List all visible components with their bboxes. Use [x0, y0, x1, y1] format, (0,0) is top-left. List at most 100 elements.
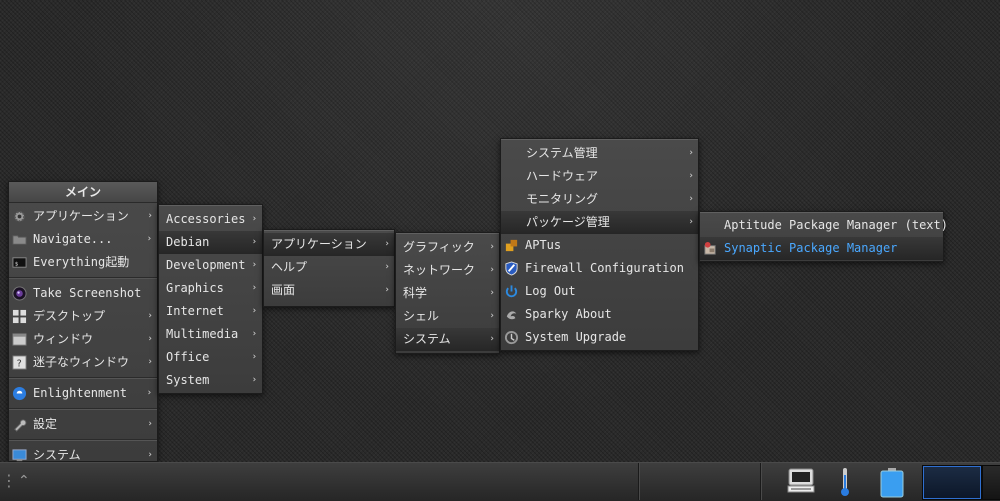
taskbar-divider — [638, 463, 640, 500]
submenu-item-system[interactable]: System › — [159, 369, 262, 392]
menu-item-sparky-about[interactable]: Sparky About — [501, 303, 698, 326]
menu-item-label: グラフィック — [403, 240, 475, 254]
menu-item-label: Enlightenment — [33, 386, 127, 400]
menu-item-take-screenshot[interactable]: Take Screenshot — [9, 282, 157, 305]
chevron-right-icon: › — [385, 285, 389, 295]
menu-separator — [9, 408, 157, 410]
submenu-item-system-jp[interactable]: システム › — [396, 328, 499, 351]
chevron-right-icon: › — [490, 288, 494, 298]
submenu-item-accessories[interactable]: Accessories › — [159, 208, 262, 231]
submenu-item-debian[interactable]: Debian › — [159, 231, 262, 254]
menu-item-aptus[interactable]: APTus — [501, 234, 698, 257]
debian-apps-submenu: グラフィック › ネットワーク › 科学 › シェル › システム › — [395, 232, 500, 354]
menu-item-label: System — [166, 373, 210, 387]
chevron-right-icon: › — [689, 171, 693, 181]
menu-separator — [9, 377, 157, 379]
synaptic-icon — [704, 241, 716, 255]
pager-desktop[interactable] — [982, 465, 1000, 500]
chevron-right-icon: › — [689, 148, 693, 158]
chevron-up-icon[interactable]: ⌃ — [18, 473, 30, 489]
applications-submenu: Accessories › Debian › Development › Graphi… — [158, 204, 263, 394]
menu-item-label: ヘルプ — [271, 260, 308, 274]
submenu-item-system-admin[interactable]: システム管理 › — [501, 142, 698, 165]
submenu-item-hardware[interactable]: ハードウェア › — [501, 165, 698, 188]
menu-item-label: Accessories — [166, 212, 246, 226]
chevron-right-icon: › — [148, 334, 152, 344]
chevron-right-icon: › — [251, 237, 257, 247]
submenu-item-office[interactable]: Office › — [159, 346, 262, 369]
menu-item-label: APTus — [525, 238, 562, 252]
menu-item-label: Take Screenshot — [33, 286, 142, 300]
thermometer-icon[interactable] — [838, 467, 852, 497]
submenu-item-package-management[interactable]: パッケージ管理 › — [501, 211, 698, 234]
menu-item-system-upgrade[interactable]: System Upgrade — [501, 326, 698, 349]
submenu-item-multimedia[interactable]: Multimedia › — [159, 323, 262, 346]
window-icon — [12, 333, 27, 346]
menu-item-label: アプリケーション — [271, 237, 367, 251]
chevron-right-icon: › — [490, 242, 494, 252]
submenu-item-screen[interactable]: 画面 › — [264, 279, 394, 302]
menu-item-label: デスクトップ — [33, 309, 106, 323]
menu-item-desktop[interactable]: デスクトップ › — [9, 305, 157, 328]
menu-item-label: システム — [33, 448, 81, 462]
chevron-right-icon: › — [689, 194, 693, 204]
menu-item-label: ネットワーク — [403, 263, 476, 277]
chevron-right-icon: › — [490, 334, 494, 344]
menu-item-settings[interactable]: 設定 › — [9, 413, 157, 436]
menu-item-label: シェル — [403, 309, 440, 323]
menu-item-navigate[interactable]: Navigate... › — [9, 228, 157, 251]
chevron-right-icon: › — [251, 329, 257, 339]
main-menu-title: メイン — [9, 182, 157, 203]
submenu-item-monitoring[interactable]: モニタリング › — [501, 188, 698, 211]
menu-item-synaptic[interactable]: Synaptic Package Manager — [700, 237, 943, 260]
menu-item-label: Office — [166, 350, 210, 364]
chevron-right-icon: › — [251, 260, 257, 270]
menu-item-label: ウィンドウ — [33, 332, 94, 346]
menu-item-aptitude[interactable]: Aptitude Package Manager (text) — [700, 214, 948, 237]
menu-item-label: システム — [403, 332, 451, 346]
battery-icon[interactable] — [878, 468, 906, 498]
menu-item-applications[interactable]: アプリケーション › — [9, 205, 157, 228]
submenu-item-network-jp[interactable]: ネットワーク › — [396, 259, 499, 282]
menu-item-everything[interactable]: $ Everything起動 — [9, 251, 157, 274]
submenu-item-science-jp[interactable]: 科学 › — [396, 282, 499, 305]
menu-item-label: Aptitude Package Manager (text) — [724, 218, 948, 232]
taskbar: ⋮ ⌃ — [0, 462, 1000, 501]
submenu-item-shell-jp[interactable]: シェル › — [396, 305, 499, 328]
menu-item-label: Debian — [166, 235, 210, 249]
main-menu: メイン アプリケーション › Navigate... › $ Everythin… — [8, 181, 158, 462]
submenu-item-debian-applications[interactable]: アプリケーション › — [264, 233, 394, 256]
menu-item-log-out[interactable]: Log Out — [501, 280, 698, 303]
taskbar-menu-handle[interactable]: ⋮ — [1, 471, 17, 490]
menu-item-label: Navigate... — [33, 232, 113, 246]
computer-icon[interactable] — [786, 467, 816, 495]
menu-item-firewall[interactable]: Firewall Configuration — [501, 257, 698, 280]
wrench-icon — [14, 419, 27, 432]
chevron-right-icon: › — [148, 419, 152, 429]
submenu-item-graphics-jp[interactable]: グラフィック › — [396, 236, 499, 259]
submenu-item-help[interactable]: ヘルプ › — [264, 256, 394, 279]
chevron-right-icon: › — [385, 262, 389, 272]
menu-item-window[interactable]: ウィンドウ › — [9, 328, 157, 351]
system-submenu: システム管理 › ハードウェア › モニタリング › パッケージ管理 › APTus F… — [500, 138, 699, 351]
desktop-grid-icon — [12, 309, 27, 324]
menu-separator — [9, 277, 157, 279]
pager-desktop-active[interactable] — [922, 465, 982, 500]
menu-item-enlightenment[interactable]: Enlightenment › — [9, 382, 157, 405]
submenu-item-internet[interactable]: Internet › — [159, 300, 262, 323]
menu-item-label: Log Out — [525, 284, 576, 298]
folder-icon — [12, 235, 27, 245]
chevron-right-icon: › — [251, 306, 257, 316]
enlightenment-icon — [12, 386, 27, 401]
submenu-item-development[interactable]: Development › — [159, 254, 262, 277]
submenu-item-graphics[interactable]: Graphics › — [159, 277, 262, 300]
chevron-right-icon: › — [148, 357, 152, 367]
menu-item-label: 設定 — [33, 417, 58, 431]
menu-item-label: ハードウェア — [526, 169, 599, 183]
menu-item-label: パッケージ管理 — [526, 215, 610, 229]
menu-item-label: System Upgrade — [525, 330, 627, 344]
chevron-right-icon: › — [148, 211, 152, 221]
chevron-right-icon: › — [251, 375, 257, 385]
menu-item-label: Synaptic Package Manager — [724, 241, 898, 255]
menu-item-lost-windows[interactable]: ? 迷子なウィンドウ › — [9, 351, 157, 374]
